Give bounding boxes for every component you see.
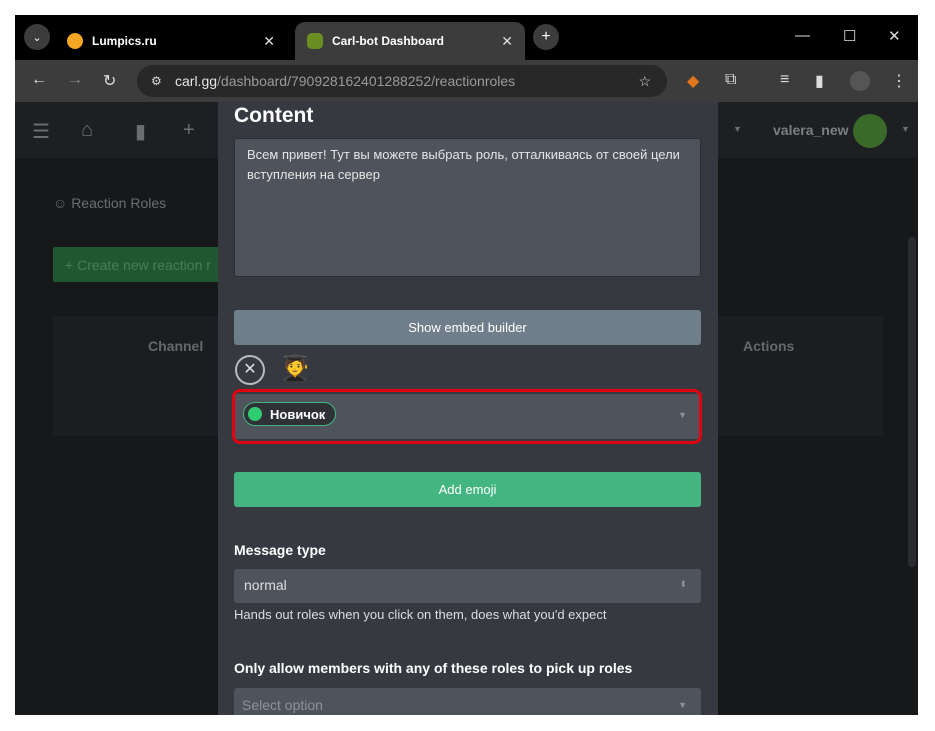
tab-title: Lumpics.ru [92,34,157,48]
remove-emoji-button[interactable]: ✕ [235,355,265,385]
close-tab-icon[interactable]: ✕ [263,33,275,50]
browser-toolbar: ← → ↻ ⚙ carl.gg/dashboard/79092816240128… [15,60,918,102]
message-type-select[interactable]: normal ⬍ [234,569,701,603]
column-header-actions: Actions [743,338,795,354]
browser-window: ⌄ Lumpics.ru ✕ Carl-bot Dashboard ✕ + — … [15,15,918,715]
only-allow-label: Only allow members with any of these rol… [234,660,633,676]
home-icon[interactable]: ⌂ [81,119,93,142]
student-emoji-icon[interactable]: 🧑‍🎓 [280,354,310,383]
smiley-icon: ☺ [53,195,68,211]
tab-carlbot[interactable]: Carl-bot Dashboard ✕ [295,22,525,60]
message-content-textarea[interactable]: Всем привет! Тут вы можете выбрать роль,… [234,138,701,277]
user-menu-caret-icon[interactable]: ▼ [901,124,910,134]
dropdown-caret-icon[interactable]: ▼ [733,124,742,134]
back-icon[interactable]: ← [31,71,47,89]
site-settings-icon[interactable]: ⚙ [151,74,162,88]
allowed-roles-select[interactable]: Select option ▼ [234,688,701,715]
tab-lumpics[interactable]: Lumpics.ru ✕ [55,22,287,60]
url-path: /dashboard/790928162401288252/reactionro… [217,73,516,89]
address-bar[interactable]: ⚙ carl.gg/dashboard/790928162401288252/r… [137,65,667,97]
close-window-icon[interactable]: ✕ [888,27,901,45]
message-type-value: normal [244,577,287,593]
book-icon[interactable]: ▮ [135,119,146,144]
media-controls-icon[interactable]: ≡ [780,71,789,89]
section-title-text: Reaction Roles [71,195,167,211]
tab-bar: ⌄ Lumpics.ru ✕ Carl-bot Dashboard ✕ + — … [15,15,918,60]
tab-title: Carl-bot Dashboard [332,34,445,48]
select-placeholder: Select option [242,697,323,713]
create-button-label: Create new reaction r [77,257,211,273]
chevron-down-icon: ▼ [678,700,687,710]
page: ☰ ⌂ ▮ + ▼ valera_new ▼ ☺ Reaction Roles … [15,102,918,715]
content-label: Content [234,104,314,127]
hamburger-icon[interactable]: ☰ [32,119,50,144]
url-host: carl.gg [175,73,218,89]
extensions-icon[interactable]: ⧉ [725,71,736,89]
forward-icon[interactable]: → [67,71,83,89]
column-header-channel: Channel [148,338,204,354]
highlight-frame [232,389,702,444]
avatar[interactable] [853,114,887,148]
reaction-role-modal: Content Всем привет! Тут вы можете выбра… [218,102,718,715]
reload-icon[interactable]: ↻ [103,71,116,91]
select-arrows-icon: ⬍ [679,579,687,589]
minimize-icon[interactable]: — [795,27,810,44]
message-type-label: Message type [234,542,326,558]
metamask-extension-icon[interactable]: ◆ [687,71,699,91]
bookmark-star-icon[interactable]: ☆ [638,73,651,90]
tab-search-button[interactable]: ⌄ [24,24,50,50]
new-tab-button[interactable]: + [533,24,559,50]
side-panel-icon[interactable]: ▮ [815,71,824,91]
message-type-help: Hands out roles when you click on them, … [234,607,607,622]
menu-icon[interactable]: ⋮ [891,71,907,91]
lumpics-favicon-icon [67,33,83,49]
maximize-icon[interactable]: ☐ [843,27,856,45]
add-emoji-button[interactable]: Add emoji [234,472,701,507]
profile-avatar-icon[interactable] [850,71,870,91]
show-embed-builder-button[interactable]: Show embed builder [234,310,701,345]
carlbot-favicon-icon [307,33,323,49]
close-tab-icon[interactable]: ✕ [501,33,513,50]
section-title: ☺ Reaction Roles [53,195,166,211]
add-icon[interactable]: + [183,119,195,142]
username[interactable]: valera_new [773,122,849,138]
page-scrollbar[interactable] [908,237,916,567]
